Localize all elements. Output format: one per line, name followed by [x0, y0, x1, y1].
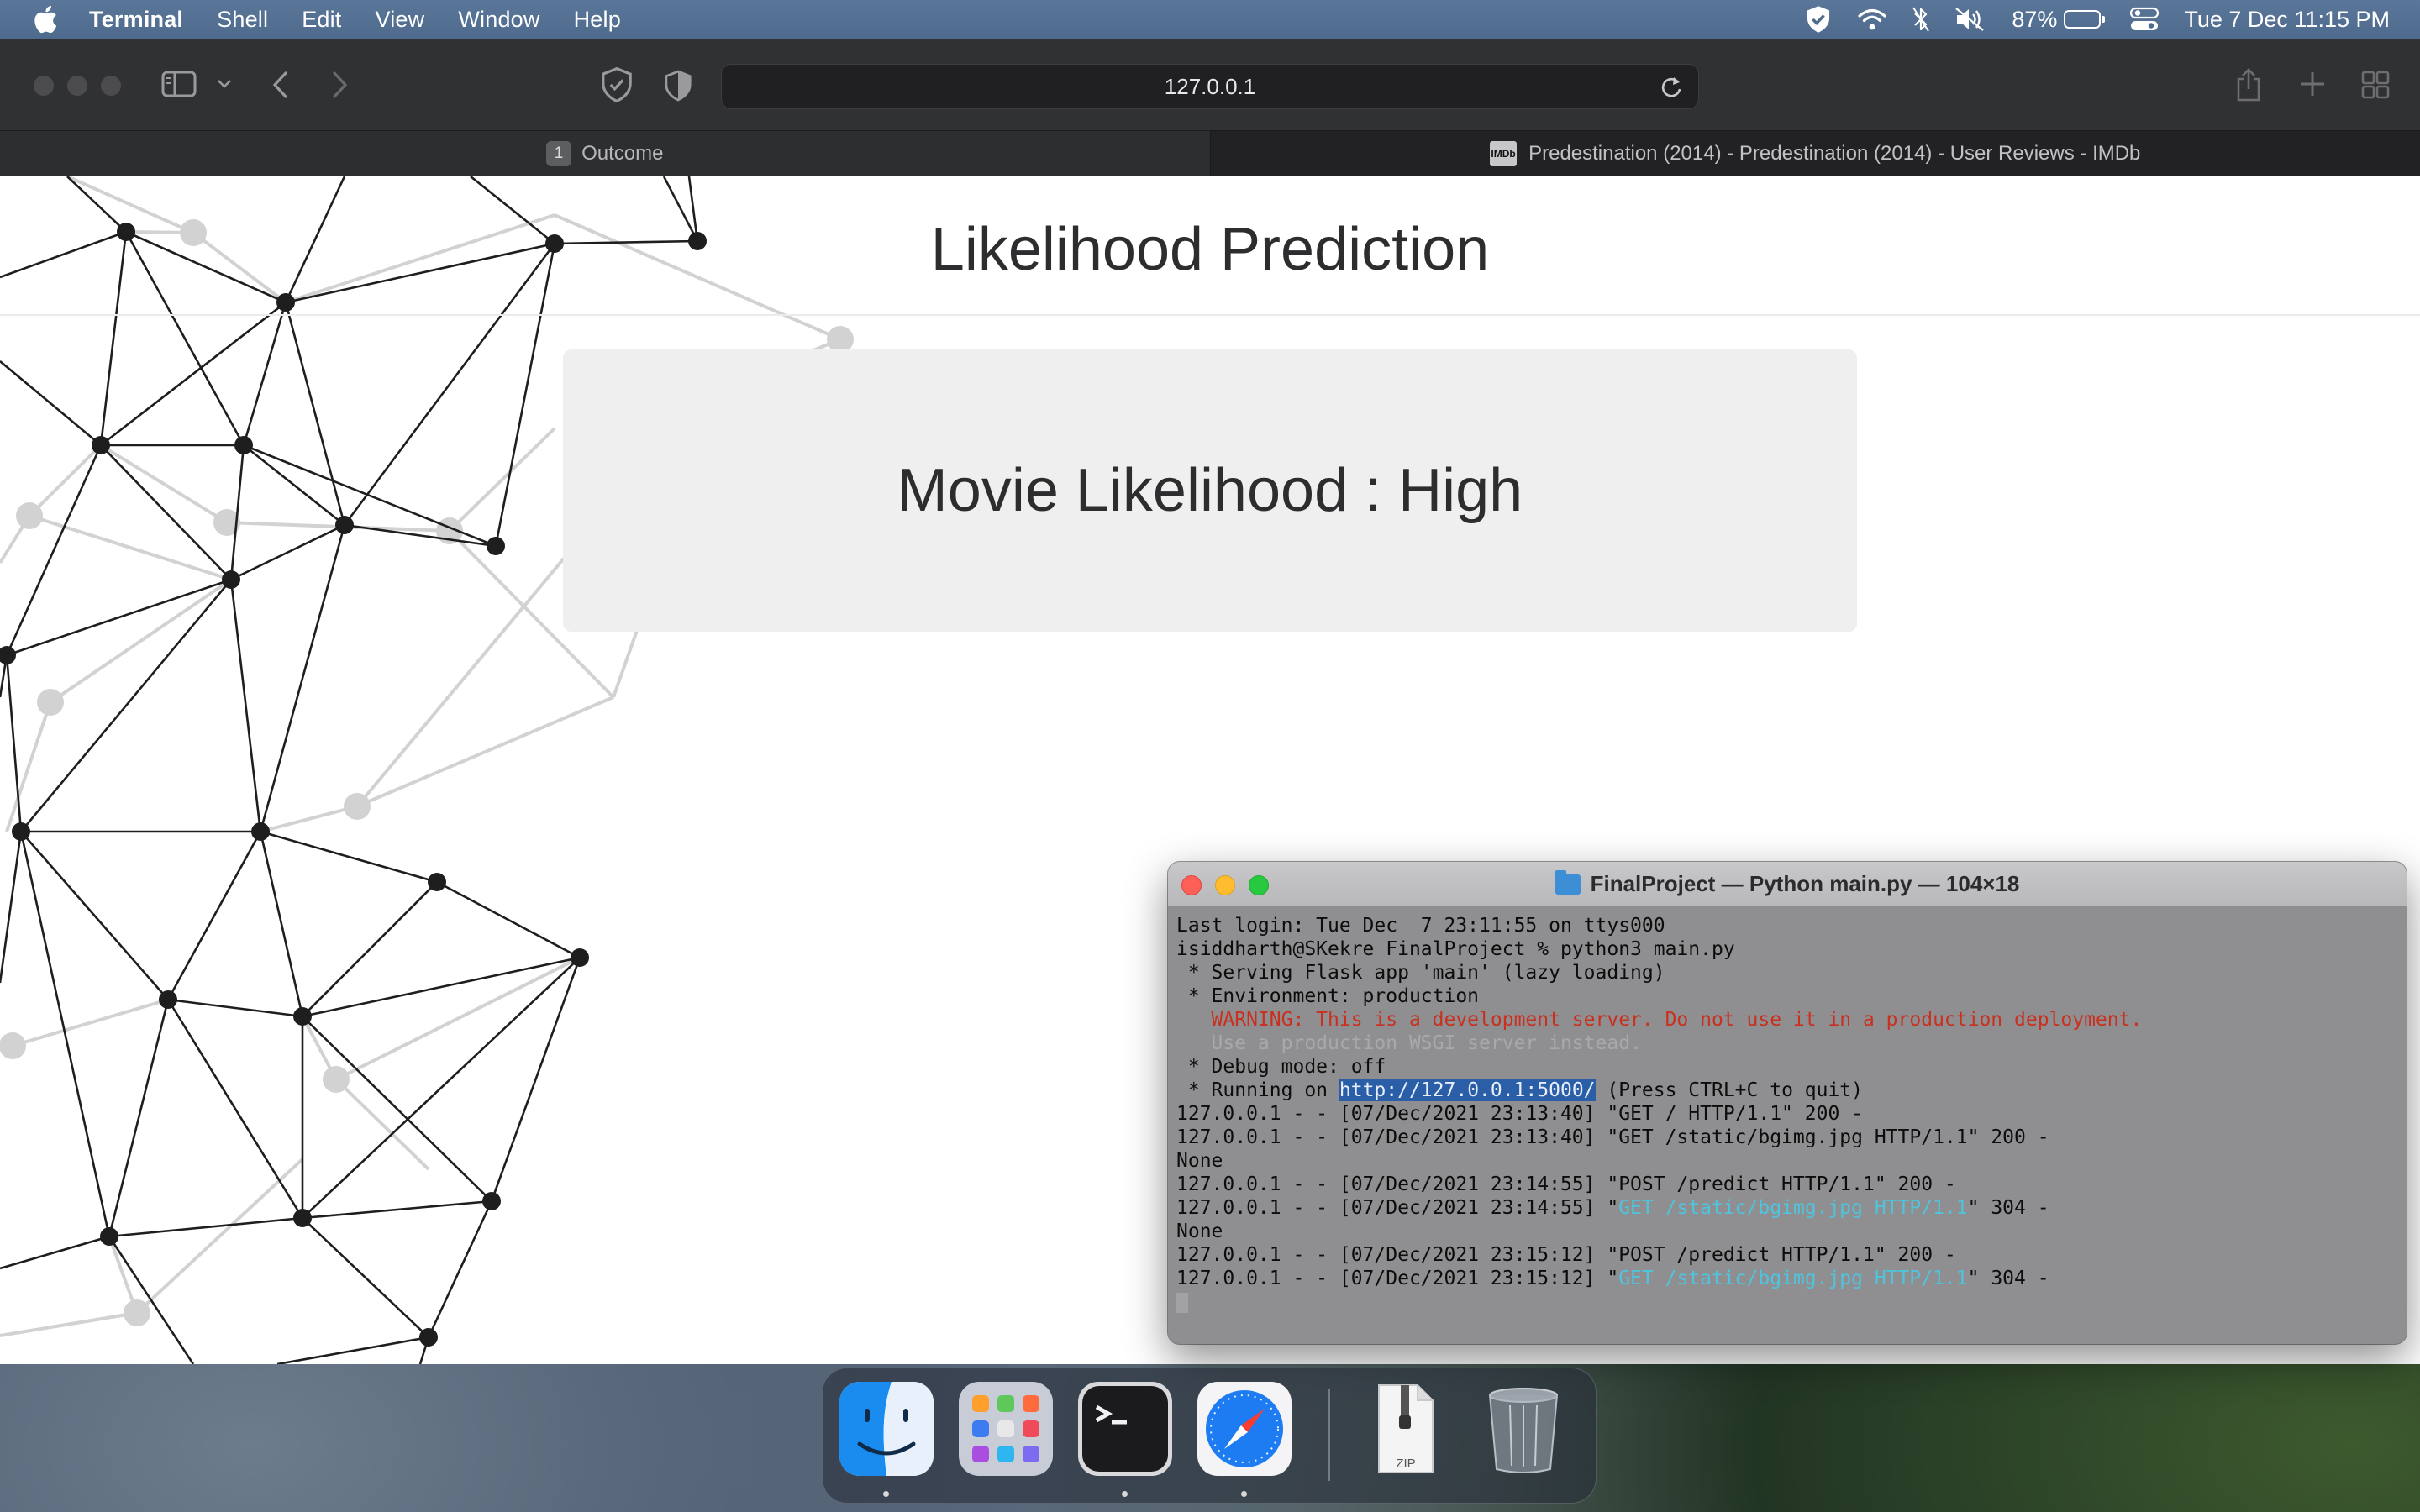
folder-icon	[1555, 869, 1581, 895]
terminal-text: 127.0.0.1 - - [07/Dec/2021 23:15:12] "	[1176, 1268, 1619, 1289]
terminal-zoom-button[interactable]	[1249, 875, 1269, 895]
tab-title: Predestination (2014) - Predestination (…	[1528, 142, 2141, 165]
reload-icon[interactable]	[1660, 75, 1683, 100]
forward-arrow-icon[interactable]	[331, 71, 350, 99]
terminal-app-icon[interactable]	[1078, 1382, 1172, 1476]
battery-percent: 87%	[2012, 6, 2058, 32]
tab-imdb-reviews[interactable]: IMDb Predestination (2014) - Predestinat…	[1211, 131, 2420, 176]
terminal-warning-line: WARNING: This is a development server. D…	[1176, 1009, 2143, 1031]
terminal-line: isiddharth@SKekre FinalProject % python3…	[1176, 938, 1735, 960]
menu-help[interactable]: Help	[574, 7, 621, 33]
terminal-line: Last login: Tue Dec 7 23:11:55 on ttys00…	[1176, 915, 1665, 937]
status-area: 87% Tue 7 Dec 11:15 PM	[1780, 0, 2390, 39]
terminal-line: 127.0.0.1 - - [07/Dec/2021 23:13:40] "GE…	[1176, 1126, 2049, 1148]
prediction-result: Movie Likelihood : High	[897, 457, 1523, 524]
bluetooth-icon[interactable]	[1912, 7, 1930, 32]
menu-app-terminal[interactable]: Terminal	[89, 7, 183, 33]
safari-running-indicator	[1241, 1491, 1247, 1497]
window-minimize-button[interactable]	[67, 76, 87, 96]
finder-icon[interactable]	[839, 1382, 934, 1476]
tab-number-badge: 1	[546, 141, 572, 166]
menu-view[interactable]: View	[376, 7, 425, 33]
launchpad-icon[interactable]	[959, 1382, 1053, 1476]
url-text: 127.0.0.1	[1164, 73, 1256, 99]
window-close-button[interactable]	[34, 76, 54, 96]
trash-icon[interactable]	[1476, 1382, 1570, 1476]
window-zoom-button[interactable]	[101, 76, 121, 96]
terminal-prompt-line	[1176, 1290, 2398, 1314]
title-divider	[0, 314, 2420, 316]
tab-overview-icon[interactable]	[2361, 71, 2390, 99]
menu-bar: Terminal Shell Edit View Window Help 87%	[0, 0, 2420, 39]
terminal-titlebar[interactable]: FinalProject — Python main.py — 104×18	[1168, 862, 2407, 907]
chevron-down-icon[interactable]	[217, 79, 232, 89]
speaker-muted-icon[interactable]	[1954, 7, 1986, 32]
control-center-icon[interactable]	[2130, 7, 2160, 32]
terminal-line: * Environment: production	[1176, 985, 1480, 1007]
terminal-minimize-button[interactable]	[1215, 875, 1235, 895]
shield-check-icon[interactable]	[1805, 5, 1832, 34]
terminal-request-text: GET /static/bgimg.jpg HTTP/1.1	[1618, 1268, 1968, 1289]
dock: ZIP	[822, 1368, 1597, 1504]
terminal-line: 127.0.0.1 - - [07/Dec/2021 23:14:55] "PO…	[1176, 1173, 1956, 1195]
terminal-output[interactable]: Last login: Tue Dec 7 23:11:55 on ttys00…	[1168, 907, 2407, 1344]
terminal-close-button[interactable]	[1181, 875, 1202, 895]
terminal-window: FinalProject — Python main.py — 104×18 L…	[1168, 862, 2407, 1344]
terminal-line: * Serving Flask app 'main' (lazy loading…	[1176, 962, 1665, 984]
apple-logo-icon[interactable]	[30, 3, 59, 35]
terminal-text: (Press CTRL+C to quit)	[1595, 1079, 1864, 1101]
half-shield-icon[interactable]	[664, 69, 692, 102]
terminal-line: * Debug mode: off	[1176, 1056, 1386, 1078]
new-tab-icon[interactable]	[2299, 71, 2326, 97]
battery-indicator[interactable]: 87%	[2012, 6, 2106, 33]
terminal-line: 127.0.0.1 - - [07/Dec/2021 23:15:12] "PO…	[1176, 1244, 1956, 1266]
menu-edit[interactable]: Edit	[302, 7, 341, 33]
privacy-shield-icon[interactable]	[600, 67, 634, 102]
dock-separator	[1328, 1389, 1330, 1481]
terminal-running-indicator	[1122, 1491, 1128, 1497]
address-bar[interactable]: 127.0.0.1	[721, 64, 1699, 109]
terminal-text: 127.0.0.1 - - [07/Dec/2021 23:14:55] "	[1176, 1197, 1619, 1219]
tab-title: Outcome	[581, 142, 664, 165]
terminal-line: 127.0.0.1 - - [07/Dec/2021 23:15:12] "GE…	[1176, 1267, 2398, 1290]
result-card: Movie Likelihood : High	[563, 349, 1857, 632]
page-title: Likelihood Prediction	[930, 216, 1490, 283]
finder-running-indicator	[883, 1491, 889, 1497]
terminal-text: " 304 -	[1967, 1197, 2049, 1219]
terminal-title: FinalProject — Python main.py — 104×18	[1590, 871, 2020, 896]
wifi-icon[interactable]	[1857, 8, 1887, 31]
server-url-link[interactable]: http://127.0.0.1:5000/	[1339, 1079, 1596, 1101]
terminal-request-text: GET /static/bgimg.jpg HTTP/1.1	[1618, 1197, 1968, 1219]
tab-outcome[interactable]: 1 Outcome	[0, 131, 1211, 176]
browser-toolbar: 127.0.0.1	[0, 39, 2420, 131]
menu-shell[interactable]: Shell	[217, 7, 268, 33]
terminal-text: * Running on	[1176, 1079, 1339, 1101]
terminal-line: Use a production WSGI server instead.	[1176, 1032, 1642, 1054]
terminal-line: * Running on http://127.0.0.1:5000/ (Pre…	[1176, 1079, 2398, 1102]
safari-icon[interactable]	[1197, 1382, 1292, 1476]
imdb-favicon-icon: IMDb	[1490, 141, 1518, 166]
menu-clock[interactable]: Tue 7 Dec 11:15 PM	[2184, 7, 2390, 33]
back-arrow-icon[interactable]	[271, 71, 289, 99]
terminal-line: None	[1176, 1150, 1223, 1172]
battery-icon	[2064, 10, 2102, 29]
share-icon[interactable]	[2235, 67, 2262, 102]
terminal-line: 127.0.0.1 - - [07/Dec/2021 23:13:40] "GE…	[1176, 1103, 1863, 1125]
menu-window[interactable]: Window	[458, 7, 539, 33]
tab-bar: 1 Outcome IMDb Predestination (2014) - P…	[0, 131, 2420, 176]
terminal-cursor	[1176, 1292, 1188, 1313]
sidebar-toggle-icon[interactable]	[161, 71, 197, 97]
zip-label: ZIP	[1396, 1457, 1415, 1471]
terminal-text: " 304 -	[1967, 1268, 2049, 1289]
battery-nub	[2102, 16, 2106, 23]
terminal-line: None	[1176, 1221, 1223, 1242]
zip-archive-icon[interactable]: ZIP	[1357, 1382, 1451, 1476]
terminal-line: 127.0.0.1 - - [07/Dec/2021 23:14:55] "GE…	[1176, 1196, 2398, 1220]
